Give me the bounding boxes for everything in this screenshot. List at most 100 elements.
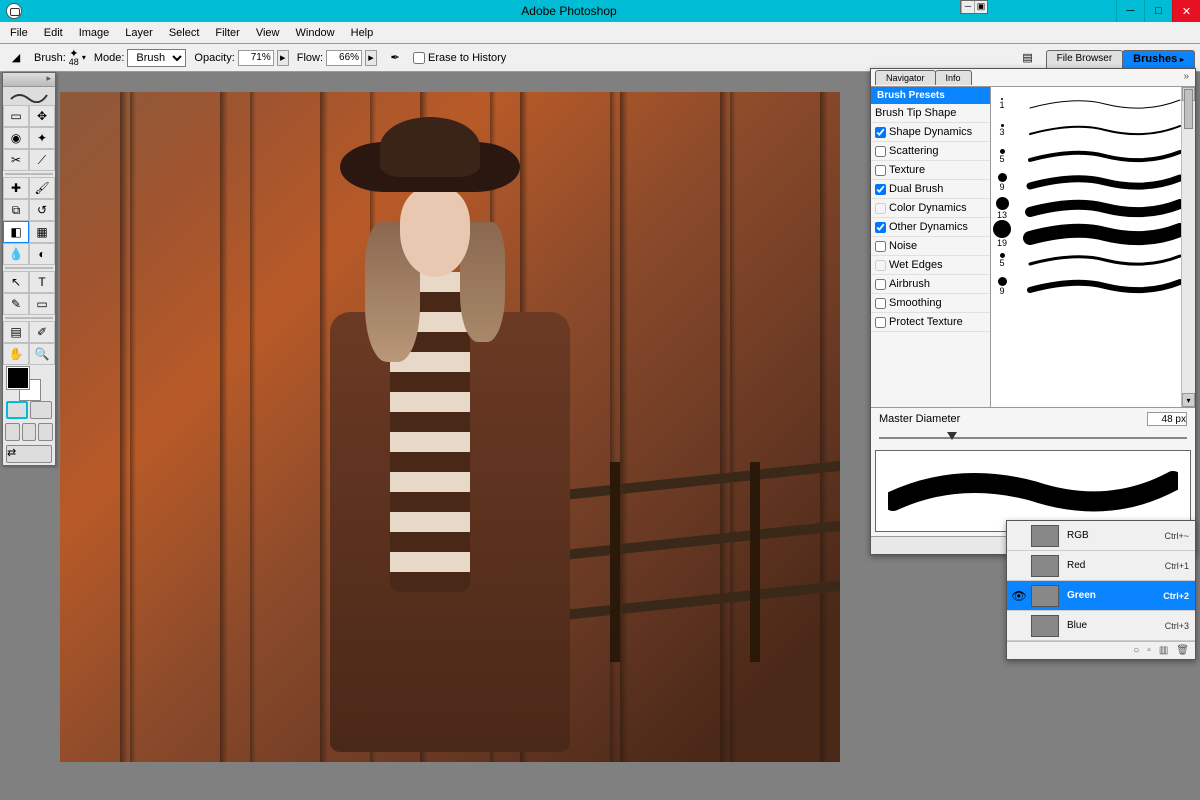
brush-option-shape-dynamics[interactable]: Shape Dynamics	[871, 123, 990, 142]
brush-option-texture[interactable]: Texture	[871, 161, 990, 180]
erase-to-history-checkbox[interactable]	[413, 52, 425, 64]
brush-stroke-13[interactable]: 13	[993, 195, 1193, 221]
brush-stroke-9[interactable]: 9	[993, 169, 1193, 195]
eraser-tool[interactable]: ◧	[3, 221, 29, 243]
notes-tool[interactable]: ▤	[3, 321, 29, 343]
channel-red[interactable]: RedCtrl+1	[1007, 551, 1195, 581]
brush-tip-shape-item[interactable]: Brush Tip Shape	[871, 104, 990, 123]
menu-file[interactable]: File	[4, 25, 34, 41]
tab-file-browser[interactable]: File Browser	[1046, 50, 1124, 68]
brush-stroke-1[interactable]: 1	[993, 91, 1193, 117]
panel-minimize-icon[interactable]: ─	[961, 1, 974, 13]
marquee-tool[interactable]: ▭	[3, 105, 29, 127]
screen-mode-2[interactable]	[22, 423, 37, 441]
brush-stroke-list[interactable]: 1359131959 ▴ ▾	[991, 87, 1195, 407]
brush-option-wet-edges: Wet Edges	[871, 256, 990, 275]
brush-option-smoothing[interactable]: Smoothing	[871, 294, 990, 313]
tab-info[interactable]: Info	[935, 70, 972, 85]
scroll-thumb[interactable]	[1184, 89, 1193, 129]
airbrush-icon[interactable]: ✒	[385, 48, 405, 68]
screen-mode-3[interactable]	[38, 423, 53, 441]
healing-tool[interactable]: ✚	[3, 177, 29, 199]
pen-tool[interactable]: ✎	[3, 293, 29, 315]
history-brush-tool[interactable]: ↺	[29, 199, 55, 221]
screen-mode-1[interactable]	[5, 423, 20, 441]
gradient-tool[interactable]: ▦	[29, 221, 55, 243]
load-selection-icon[interactable]: ○	[1133, 645, 1139, 656]
channel-rgb[interactable]: RGBCtrl+~	[1007, 521, 1195, 551]
move-tool[interactable]: ✥	[29, 105, 55, 127]
brush-list-scrollbar[interactable]: ▴ ▾	[1181, 87, 1195, 407]
visibility-icon[interactable]: 👁	[1011, 589, 1027, 603]
foreground-color-swatch[interactable]	[7, 367, 29, 389]
brush-options-list: Brush Presets Brush Tip Shape Shape Dyna…	[871, 87, 991, 407]
lasso-tool[interactable]: ◉	[3, 127, 29, 149]
brush-option-airbrush[interactable]: Airbrush	[871, 275, 990, 294]
flow-label: Flow:	[297, 52, 323, 64]
panel-close-icon[interactable]: ▣	[974, 1, 987, 13]
path-tool[interactable]: ↖	[3, 271, 29, 293]
palette-well-icon[interactable]: ▤	[1018, 48, 1038, 68]
menu-view[interactable]: View	[250, 25, 286, 41]
tab-brushes[interactable]: Brushes ▸	[1122, 50, 1195, 68]
brush-stroke-19[interactable]: 19	[993, 221, 1193, 247]
menu-edit[interactable]: Edit	[38, 25, 69, 41]
slice-tool[interactable]: ⟋	[29, 149, 55, 171]
tab-navigator[interactable]: Navigator	[875, 70, 936, 85]
brush-stroke-9[interactable]: 9	[993, 273, 1193, 299]
standard-mode-button[interactable]	[6, 401, 28, 419]
zoom-tool[interactable]: 🔍	[29, 343, 55, 365]
brush-option-scattering[interactable]: Scattering	[871, 142, 990, 161]
quickmask-mode-button[interactable]	[30, 401, 52, 419]
master-diameter-input[interactable]	[1147, 412, 1187, 426]
canvas[interactable]	[60, 92, 840, 762]
brush-option-noise[interactable]: Noise	[871, 237, 990, 256]
eyedropper-tool[interactable]: ✐	[29, 321, 55, 343]
brush-tool[interactable]: 🖌	[29, 177, 55, 199]
menu-help[interactable]: Help	[345, 25, 380, 41]
menu-image[interactable]: Image	[73, 25, 116, 41]
brush-stroke-5[interactable]: 5	[993, 247, 1193, 273]
stamp-tool[interactable]: ⧉	[3, 199, 29, 221]
blur-tool[interactable]: 💧	[3, 243, 29, 265]
maximize-button[interactable]: □	[1144, 0, 1172, 22]
hand-tool[interactable]: ✋	[3, 343, 29, 365]
tool-preset-button[interactable]: ◢	[6, 48, 26, 68]
opacity-label: Opacity:	[194, 52, 234, 64]
delete-channel-icon[interactable]: 🗑	[1176, 645, 1189, 656]
document-window	[60, 92, 860, 762]
shape-tool[interactable]: ▭	[29, 293, 55, 315]
mode-dropdown[interactable]: Brush	[127, 49, 186, 67]
toolbox-grip[interactable]	[3, 73, 55, 87]
minimize-button[interactable]: ─	[1116, 0, 1144, 22]
menu-window[interactable]: Window	[290, 25, 341, 41]
flow-input[interactable]	[326, 50, 362, 66]
opacity-stepper[interactable]: ▸	[277, 50, 289, 66]
wand-tool[interactable]: ✦	[29, 127, 55, 149]
channel-green[interactable]: 👁GreenCtrl+2	[1007, 581, 1195, 611]
brush-option-protect-texture[interactable]: Protect Texture	[871, 313, 990, 332]
dodge-tool[interactable]: ◐	[29, 243, 55, 265]
save-selection-icon[interactable]: ▫	[1147, 645, 1151, 656]
menu-filter[interactable]: Filter	[209, 25, 245, 41]
brush-size-value[interactable]: 48	[69, 58, 79, 66]
brush-stroke-5[interactable]: 5	[993, 143, 1193, 169]
flow-stepper[interactable]: ▸	[365, 50, 377, 66]
brush-option-other-dynamics[interactable]: Other Dynamics	[871, 218, 990, 237]
channel-blue[interactable]: BlueCtrl+3	[1007, 611, 1195, 641]
type-tool[interactable]: T	[29, 271, 55, 293]
close-button[interactable]: ✕	[1172, 0, 1200, 22]
menu-select[interactable]: Select	[163, 25, 206, 41]
brush-option-dual-brush[interactable]: Dual Brush	[871, 180, 990, 199]
scroll-down-icon[interactable]: ▾	[1182, 393, 1195, 407]
jump-to-button[interactable]: ⇄	[6, 445, 52, 463]
master-diameter-label: Master Diameter	[879, 413, 960, 425]
brush-presets-header[interactable]: Brush Presets	[871, 87, 990, 104]
new-channel-icon[interactable]: ▥	[1159, 645, 1168, 656]
brush-stroke-3[interactable]: 3	[993, 117, 1193, 143]
mode-label: Mode:	[94, 52, 125, 64]
opacity-input[interactable]	[238, 50, 274, 66]
master-diameter-slider[interactable]	[879, 430, 1187, 446]
menu-layer[interactable]: Layer	[119, 25, 159, 41]
crop-tool[interactable]: ✂	[3, 149, 29, 171]
